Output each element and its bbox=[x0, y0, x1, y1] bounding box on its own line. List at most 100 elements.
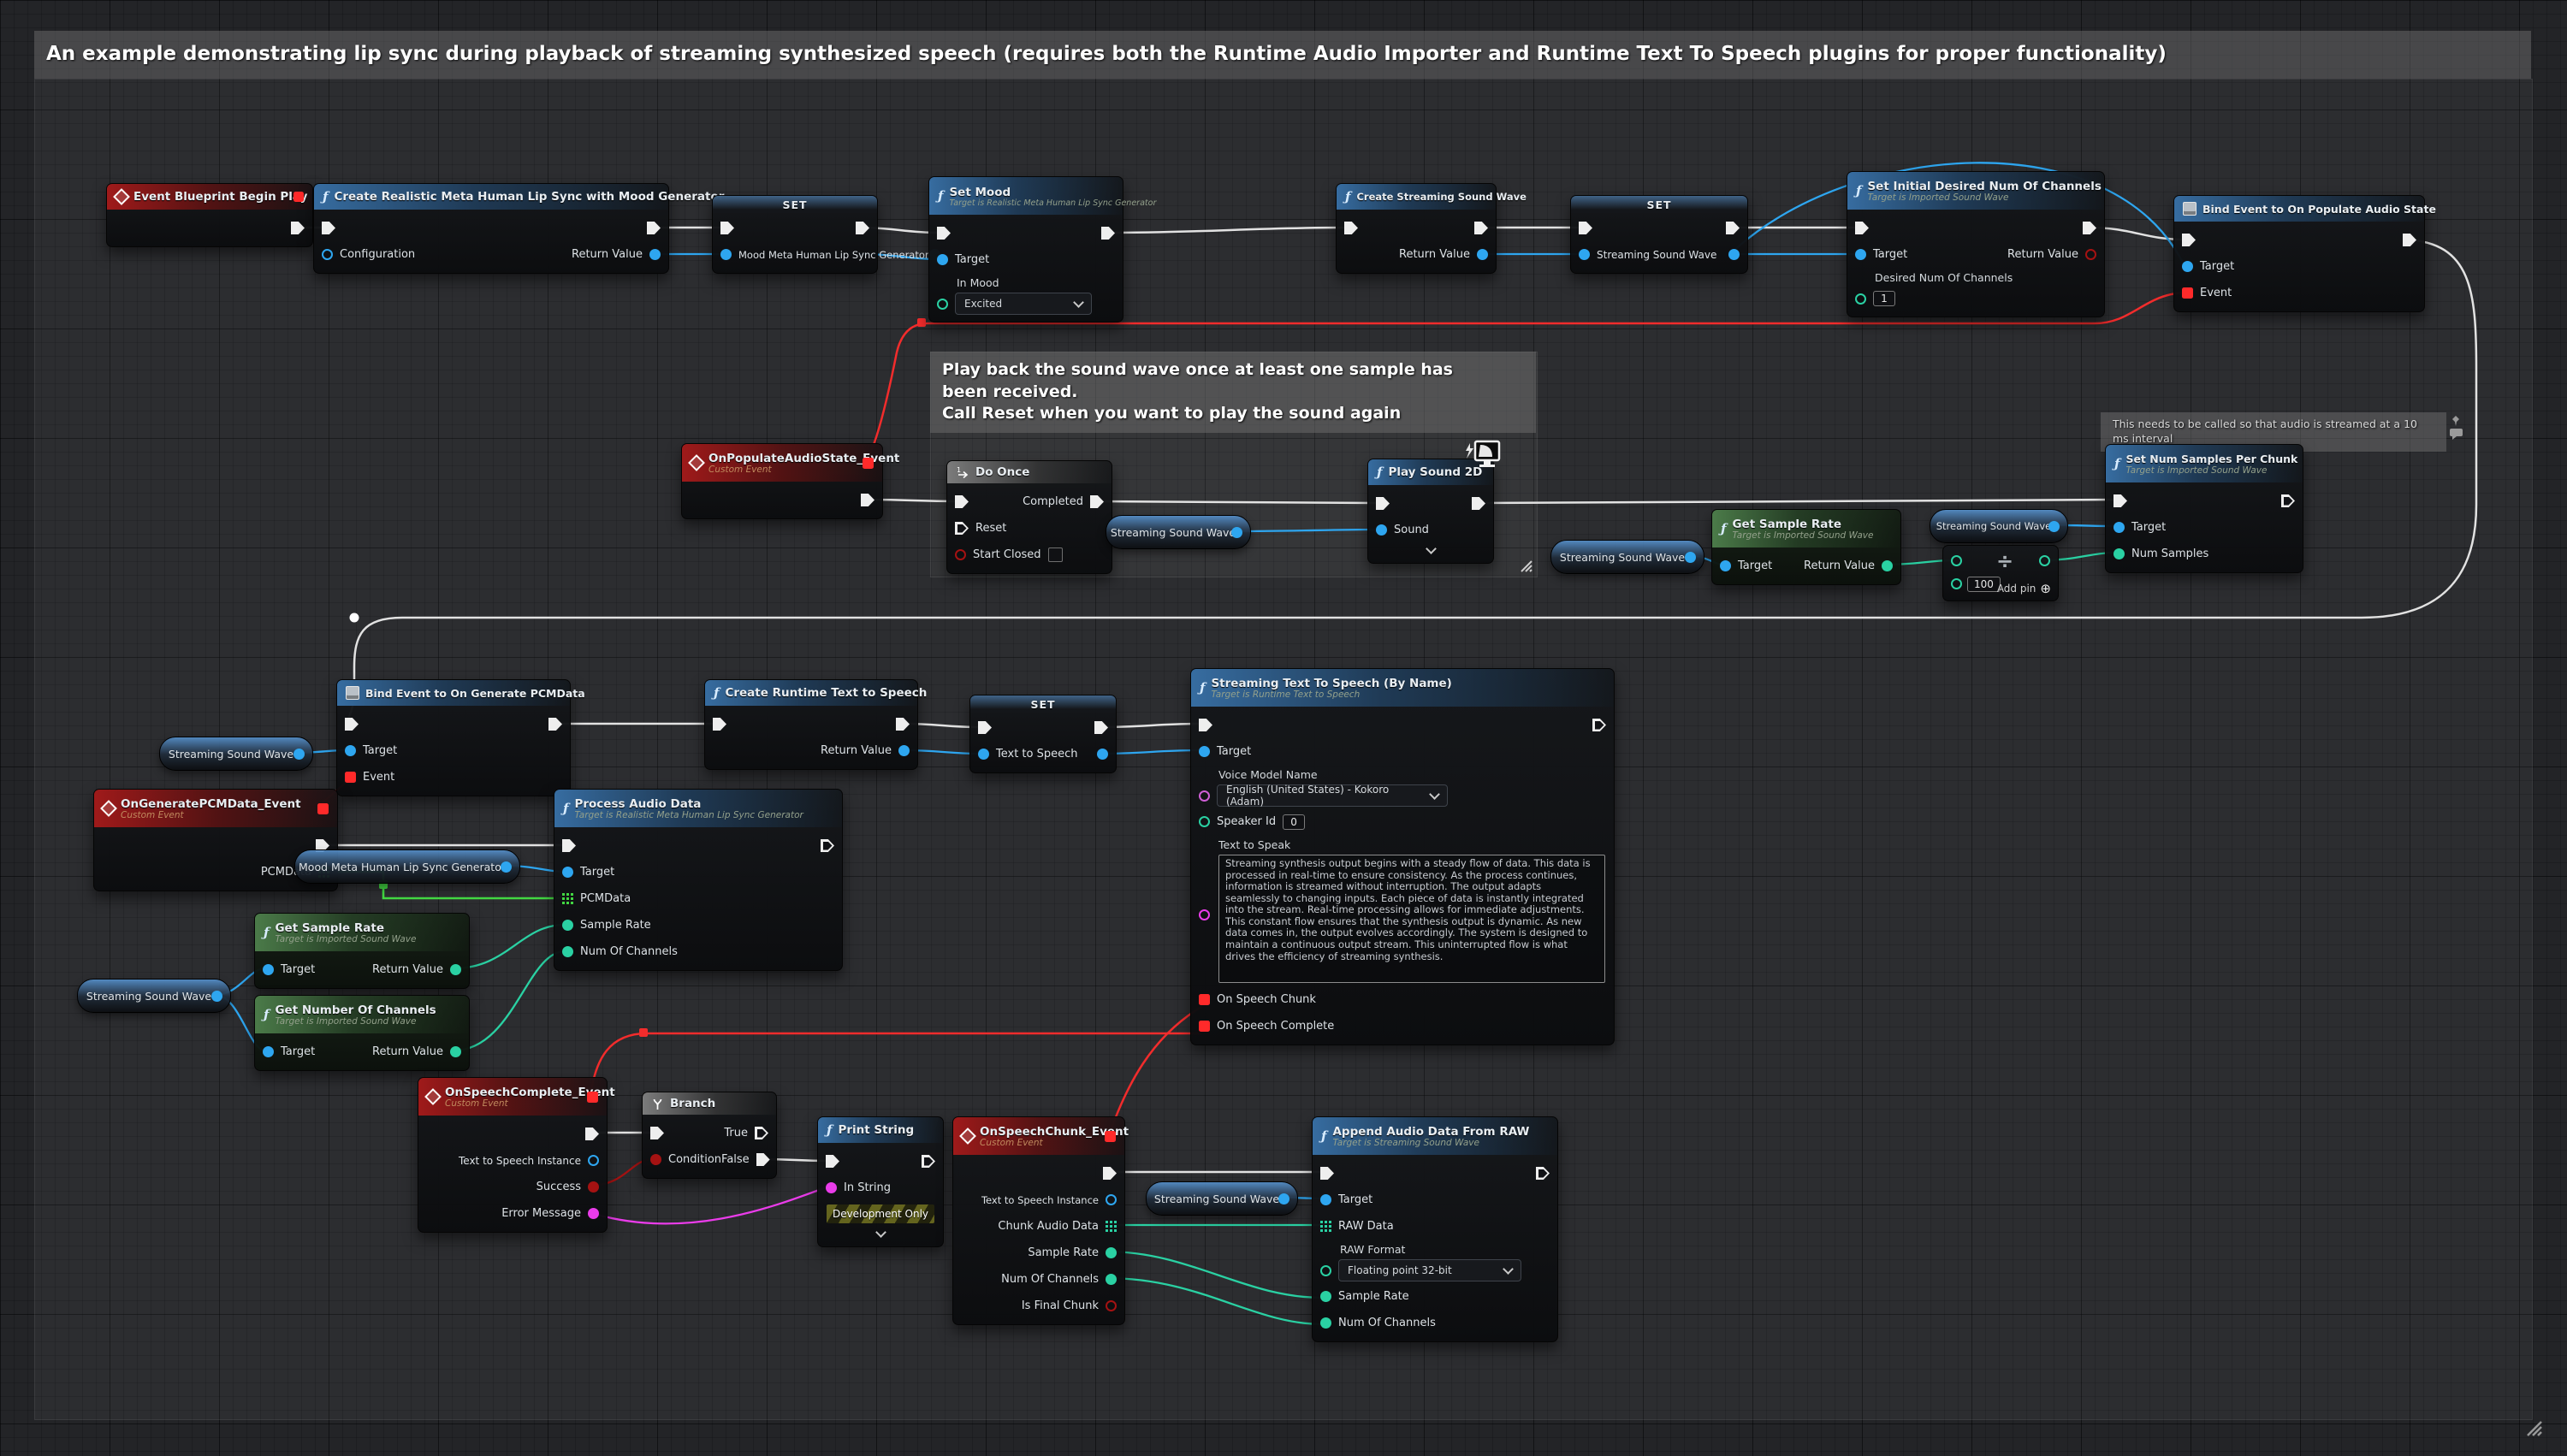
variable-out-pin[interactable] bbox=[211, 991, 222, 1002]
reroute-node[interactable] bbox=[350, 613, 359, 623]
return-value-pin[interactable] bbox=[1882, 560, 1893, 571]
speaker-id-input[interactable]: 0 bbox=[1283, 814, 1305, 830]
exec-out-pin[interactable] bbox=[647, 222, 661, 234]
text-to-speak-input[interactable]: Streaming synthesis output begins with a… bbox=[1218, 855, 1605, 983]
error-message-out-pin[interactable] bbox=[588, 1208, 599, 1219]
exec-out-pin[interactable] bbox=[2083, 222, 2096, 234]
exec-in-pin[interactable] bbox=[826, 1155, 839, 1168]
node-onspeechchunk-event[interactable]: OnSpeechChunk_EventCustom Event Text to … bbox=[952, 1116, 1125, 1325]
node-set-streaming-sound-wave-var[interactable]: SET Streaming Sound Wave bbox=[1570, 195, 1748, 274]
divide-input-b-pin[interactable] bbox=[1951, 578, 1962, 589]
node-create-streaming-sound-wave[interactable]: ƒCreate Streaming Sound Wave Return Valu… bbox=[1336, 183, 1497, 274]
event-delegate-pin[interactable] bbox=[2182, 287, 2193, 299]
expand-advanced-pins[interactable] bbox=[818, 1227, 943, 1241]
sample-rate-pin[interactable] bbox=[1320, 1291, 1331, 1302]
node-do-once[interactable]: 1Do Once Completed Reset Start Closed bbox=[946, 460, 1112, 574]
exec-out-pin[interactable] bbox=[896, 718, 910, 731]
exec-in-pin[interactable] bbox=[1579, 222, 1592, 234]
return-value-pin[interactable] bbox=[2085, 249, 2096, 260]
exec-out-pin[interactable] bbox=[1536, 1167, 1550, 1180]
var-pill-streaming-sound-wave[interactable]: Streaming Sound Wave bbox=[1106, 515, 1251, 549]
reroute-node-red[interactable] bbox=[639, 1028, 648, 1037]
comment-pin-icon[interactable] bbox=[2449, 414, 2463, 428]
variable-in-pin[interactable] bbox=[1579, 249, 1590, 260]
target-pin[interactable] bbox=[2113, 522, 2125, 533]
return-value-pin[interactable] bbox=[450, 964, 461, 975]
exec-out-pin[interactable] bbox=[861, 494, 874, 506]
node-set-mood[interactable]: ƒSet MoodTarget is Realistic Meta Human … bbox=[928, 176, 1123, 323]
exec-in-pin[interactable] bbox=[2113, 494, 2127, 507]
delegate-out-pin[interactable] bbox=[1105, 1131, 1116, 1142]
speaker-id-pin[interactable] bbox=[1199, 816, 1210, 827]
exec-out-pin[interactable] bbox=[2281, 494, 2295, 507]
node-create-runtime-tts[interactable]: ƒCreate Runtime Text to Speech Return Va… bbox=[704, 679, 918, 770]
on-speech-chunk-pin[interactable] bbox=[1199, 994, 1210, 1005]
node-bind-event-populate-audio-state[interactable]: Bind Event to On Populate Audio State Ta… bbox=[2173, 195, 2425, 312]
node-set-mood-generator-var[interactable]: SET Mood Meta Human Lip Sync Generator bbox=[712, 195, 878, 274]
delegate-out-pin[interactable] bbox=[587, 1092, 598, 1103]
node-create-realistic-lipsync[interactable]: ƒCreate Realistic Meta Human Lip Sync wi… bbox=[313, 183, 669, 274]
variable-in-pin[interactable] bbox=[978, 749, 989, 760]
exec-in-pin[interactable] bbox=[720, 222, 734, 234]
return-value-pin[interactable] bbox=[450, 1046, 461, 1057]
var-pill-streaming-sound-wave[interactable]: Streaming Sound Wave bbox=[159, 737, 313, 771]
divide-output-pin[interactable] bbox=[2039, 555, 2050, 566]
reroute-node-red[interactable] bbox=[917, 318, 926, 327]
exec-in-pin[interactable] bbox=[345, 718, 359, 731]
event-delegate-pin[interactable] bbox=[345, 772, 356, 783]
exec-in-pin[interactable] bbox=[1376, 497, 1390, 510]
completed-out-pin[interactable] bbox=[1090, 495, 1104, 508]
comment-bubble-icon[interactable] bbox=[2449, 428, 2464, 441]
node-bind-event-generate-pcmdata[interactable]: Bind Event to On Generate PCMData Target… bbox=[336, 679, 571, 796]
num-channels-pin[interactable] bbox=[1320, 1317, 1331, 1329]
variable-out-pin[interactable] bbox=[2048, 521, 2060, 532]
num-samples-pin[interactable] bbox=[2113, 548, 2125, 559]
target-pin[interactable] bbox=[937, 254, 948, 265]
in-mood-pin[interactable] bbox=[937, 299, 948, 310]
sample-rate-out-pin[interactable] bbox=[1106, 1247, 1117, 1258]
variable-out-pin[interactable] bbox=[1728, 249, 1740, 260]
start-closed-pin[interactable] bbox=[955, 549, 966, 560]
variable-out-pin[interactable] bbox=[1231, 527, 1242, 538]
target-pin[interactable] bbox=[263, 1046, 274, 1057]
target-pin[interactable] bbox=[1320, 1194, 1331, 1205]
node-set-initial-num-channels[interactable]: ƒSet Initial Desired Num Of ChannelsTarg… bbox=[1847, 171, 2105, 317]
exec-in-pin[interactable] bbox=[937, 227, 951, 240]
node-process-audio-data[interactable]: ƒProcess Audio DataTarget is Realistic M… bbox=[554, 789, 843, 971]
variable-out-pin[interactable] bbox=[293, 749, 305, 760]
on-speech-complete-pin[interactable] bbox=[1199, 1021, 1210, 1032]
comment-resize-grip[interactable] bbox=[1516, 556, 1533, 573]
text-to-speak-pin[interactable] bbox=[1199, 909, 1210, 920]
mood-dropdown[interactable]: Excited bbox=[955, 293, 1092, 315]
exec-out-pin[interactable] bbox=[1726, 222, 1740, 234]
target-pin[interactable] bbox=[263, 964, 274, 975]
node-branch[interactable]: Branch True ConditionFalse bbox=[642, 1092, 777, 1179]
return-value-pin[interactable] bbox=[649, 249, 661, 260]
sound-pin[interactable] bbox=[1376, 524, 1387, 536]
raw-format-pin[interactable] bbox=[1320, 1265, 1331, 1276]
exec-out-pin[interactable] bbox=[548, 718, 562, 731]
exec-out-pin[interactable] bbox=[2403, 234, 2416, 246]
exec-out-pin[interactable] bbox=[1101, 227, 1115, 240]
is-final-chunk-out-pin[interactable] bbox=[1106, 1300, 1117, 1311]
return-value-pin[interactable] bbox=[1477, 249, 1488, 260]
divide-b-input[interactable]: 100 bbox=[1967, 577, 2001, 592]
delegate-out-pin[interactable] bbox=[863, 458, 874, 469]
return-value-pin[interactable] bbox=[898, 745, 910, 756]
target-pin[interactable] bbox=[2182, 261, 2193, 272]
node-get-number-of-channels[interactable]: ƒGet Number Of ChannelsTarget is Importe… bbox=[254, 995, 470, 1071]
exec-out-pin[interactable] bbox=[922, 1155, 935, 1168]
node-set-num-samples-per-chunk[interactable]: ƒSet Num Samples Per ChunkTarget is Impo… bbox=[2105, 444, 2303, 573]
variable-out-pin[interactable] bbox=[1097, 749, 1108, 760]
node-event-begin-play[interactable]: Event Blueprint Begin Play bbox=[106, 183, 313, 247]
desired-num-channels-input[interactable]: 1 bbox=[1873, 291, 1895, 306]
node-append-audio-data-from-raw[interactable]: ƒAppend Audio Data From RAWTarget is Str… bbox=[1312, 1116, 1558, 1342]
target-pin[interactable] bbox=[1855, 249, 1866, 260]
in-string-pin[interactable] bbox=[826, 1182, 837, 1193]
exec-out-pin[interactable] bbox=[856, 222, 869, 234]
graph-resize-grip[interactable] bbox=[2521, 1415, 2543, 1437]
node-onspeechcomplete-event[interactable]: OnSpeechComplete_EventCustom Event Text … bbox=[418, 1077, 608, 1233]
exec-in-pin[interactable] bbox=[1344, 222, 1358, 234]
tts-instance-out-pin[interactable] bbox=[1106, 1194, 1117, 1205]
exec-out-pin[interactable] bbox=[821, 839, 834, 852]
